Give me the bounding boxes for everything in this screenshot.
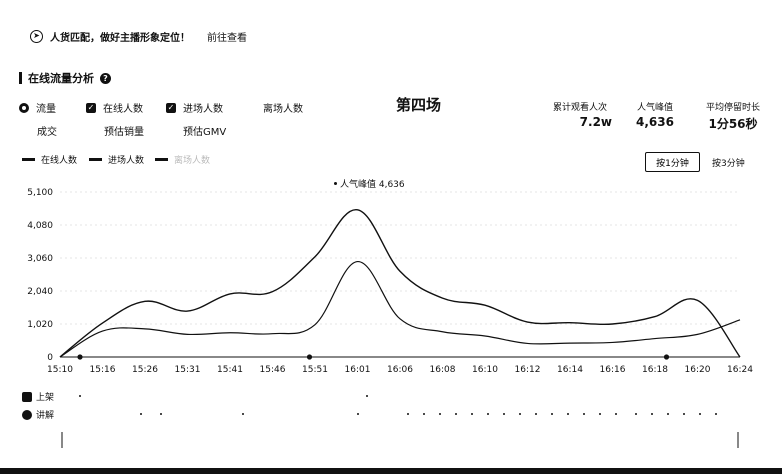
series-line-1 — [59, 209, 741, 358]
y-tick-label: 4,080 — [27, 221, 53, 231]
row-explain-label: 讲解 — [36, 411, 55, 421]
y-tick-label: 5,100 — [27, 188, 53, 198]
x-tick-label: 15:31 — [175, 365, 201, 375]
y-tick-label: 1,020 — [27, 320, 53, 330]
explain-event-dot — [651, 413, 653, 415]
x-tick-label: 15:46 — [260, 365, 286, 375]
explain-event-dot — [503, 413, 505, 415]
x-tick-label: 16:06 — [387, 365, 413, 375]
explain-event-dot — [551, 413, 553, 415]
explain-event-dot — [160, 413, 162, 415]
explain-event-dot — [699, 413, 701, 415]
x-tick-label: 16:12 — [515, 365, 541, 375]
x-tick-label: 16:20 — [685, 365, 711, 375]
explain-event-dot — [439, 413, 441, 415]
explain-event-dot — [519, 413, 521, 415]
explain-event-dot — [487, 413, 489, 415]
x-tick-label: 15:51 — [302, 365, 328, 375]
x-tick-label: 15:41 — [217, 365, 243, 375]
explain-event-dot — [615, 413, 617, 415]
explain-event-dot — [242, 413, 244, 415]
x-tick-label: 15:26 — [132, 365, 158, 375]
explain-event-dot — [140, 413, 142, 415]
x-tick-label: 16:24 — [727, 365, 753, 375]
y-tick-label: 3,060 — [27, 254, 53, 264]
explain-event-dot — [423, 413, 425, 415]
x-tick-label: 15:10 — [47, 365, 73, 375]
bottom-border — [0, 468, 782, 474]
x-tick-label: 16:01 — [345, 365, 371, 375]
explain-event-dot — [715, 413, 717, 415]
line-chart: 0 1,020 2,040 3,060 4,080 5,100 15:10 15:16 15:2… — [27, 188, 753, 448]
x-tick-label: 16:18 — [642, 365, 668, 375]
event-marker — [77, 354, 83, 360]
x-tick-label: 16:14 — [557, 365, 583, 375]
explain-event-dot — [357, 413, 359, 415]
x-tick-label: 15:16 — [90, 365, 116, 375]
shelf-event-dot — [366, 395, 368, 397]
shelf-icon — [22, 391, 32, 402]
explain-event-dot — [667, 413, 669, 415]
y-tick-label: 2,040 — [27, 287, 53, 297]
explain-icon — [22, 409, 32, 420]
explain-event-dot — [471, 413, 473, 415]
event-marker — [306, 354, 313, 360]
x-tick-label: 16:16 — [600, 365, 626, 375]
explain-event-dot — [535, 413, 537, 415]
x-tick-label: 16:08 — [430, 365, 456, 375]
explain-event-dot — [599, 413, 601, 415]
explain-event-dot — [567, 413, 569, 415]
y-tick-label: 0 — [47, 353, 53, 363]
x-tick-label: 16:10 — [472, 365, 498, 375]
row-explain: 讲解 — [22, 408, 54, 421]
event-marker — [663, 354, 670, 360]
explain-event-dot — [583, 413, 585, 415]
explain-event-dot — [455, 413, 457, 415]
row-shelf: 上架 — [22, 390, 54, 403]
shelf-event-dot — [79, 395, 81, 397]
explain-event-dot — [407, 413, 409, 415]
series-line-2 — [59, 260, 741, 358]
row-shelf-label: 上架 — [36, 393, 55, 403]
explain-event-dot — [635, 413, 637, 415]
explain-event-dot — [683, 413, 685, 415]
